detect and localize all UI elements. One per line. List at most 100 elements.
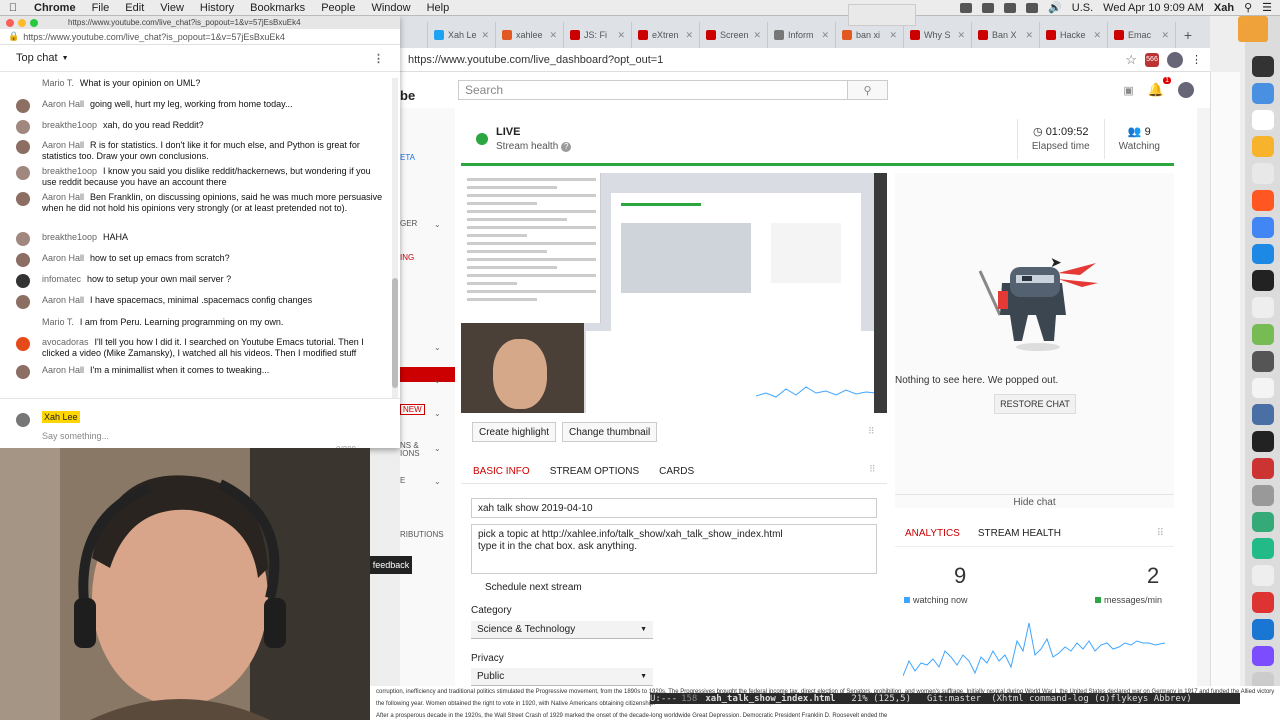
- dock-app-icon[interactable]: [1251, 484, 1274, 506]
- close-tab-icon[interactable]: ✕: [1093, 30, 1101, 41]
- change-thumbnail-button[interactable]: Change thumbnail: [562, 422, 658, 442]
- bookmark-star-icon[interactable]: ☆: [1125, 52, 1137, 68]
- hide-chat-button[interactable]: Hide chat: [895, 494, 1174, 508]
- menu-help[interactable]: Help: [419, 2, 458, 14]
- checkbox-box[interactable]: [471, 584, 479, 592]
- menu-bookmarks[interactable]: Bookmarks: [242, 2, 313, 14]
- category-select[interactable]: Science & Technology ▼: [471, 621, 653, 639]
- new-tab-button[interactable]: +: [1176, 22, 1200, 48]
- browser-tab[interactable]: Xah Le ✕: [428, 22, 496, 48]
- url-text[interactable]: https://www.youtube.com/live_dashboard?o…: [408, 54, 1117, 66]
- browser-tab[interactable]: xahlee ✕: [496, 22, 564, 48]
- close-icon[interactable]: [6, 18, 14, 27]
- top-chat-dropdown[interactable]: Top chat: [16, 52, 58, 64]
- chat-message[interactable]: Mario T. I am from Peru. Learning program…: [16, 317, 386, 331]
- dock-app-icon[interactable]: [1251, 431, 1274, 452]
- dock-app-icon[interactable]: [1251, 538, 1274, 560]
- dock-app-icon[interactable]: [1251, 323, 1274, 345]
- tab-cards[interactable]: CARDS: [659, 466, 694, 477]
- chat-message[interactable]: Aaron Hall how to set up emacs from scrat…: [16, 253, 386, 267]
- chevron-down-icon[interactable]: ⌄: [434, 409, 441, 418]
- chevron-down-icon[interactable]: ⌄: [434, 376, 441, 385]
- dock-app-icon[interactable]: [1251, 591, 1274, 613]
- address-bar[interactable]: https://www.youtube.com/live_dashboard?o…: [400, 48, 1210, 72]
- screen-recorder-widget[interactable]: [848, 4, 916, 26]
- drag-handle-icon[interactable]: ⠿: [869, 464, 876, 475]
- close-tab-icon[interactable]: ✕: [481, 30, 489, 41]
- tab-stream-options[interactable]: STREAM OPTIONS: [550, 466, 639, 477]
- page-scrollbar[interactable]: [1197, 108, 1210, 686]
- tab-basic-info[interactable]: BASIC INFO: [473, 466, 530, 477]
- notifications-bell-icon[interactable]: 🔔 1: [1148, 77, 1171, 98]
- dock-app-icon[interactable]: [1251, 511, 1274, 533]
- chat-message[interactable]: breakthe1oop xah, do you read Reddit?: [16, 120, 386, 134]
- apple-icon[interactable]: : [0, 2, 26, 14]
- chevron-down-icon[interactable]: ⌄: [434, 477, 441, 486]
- sidebar-item[interactable]: ING: [400, 253, 414, 262]
- tab-analytics[interactable]: ANALYTICS: [905, 528, 960, 539]
- browser-tab[interactable]: Ban X ✕: [972, 22, 1040, 48]
- dock-app-icon[interactable]: [1251, 457, 1274, 479]
- help-icon[interactable]: ?: [561, 141, 572, 152]
- chevron-down-icon[interactable]: ⌄: [434, 343, 441, 352]
- chat-message[interactable]: Aaron Hall I'm a minimallist when it come…: [16, 365, 386, 379]
- privacy-select[interactable]: Public ▼: [471, 668, 653, 686]
- drag-handle-icon[interactable]: ⠿: [1157, 528, 1164, 539]
- dock-app-icon[interactable]: [1251, 350, 1274, 372]
- dock-app-icon[interactable]: [1251, 189, 1274, 211]
- sidebar-item[interactable]: GER: [400, 219, 417, 228]
- dock-app-icon[interactable]: [1251, 56, 1274, 77]
- dock-app-icon[interactable]: [1251, 618, 1274, 640]
- close-tab-icon[interactable]: ✕: [549, 30, 557, 41]
- dock-app-icon[interactable]: [1251, 377, 1274, 399]
- close-tab-icon[interactable]: ✕: [957, 30, 965, 41]
- tray-icon[interactable]: [1026, 2, 1039, 13]
- browser-tab[interactable]: JS: Fi ✕: [564, 22, 632, 48]
- tray-icon[interactable]: [982, 2, 995, 13]
- search-button[interactable]: ⚲: [848, 80, 888, 100]
- stream-preview[interactable]: [461, 173, 887, 413]
- close-tab-icon[interactable]: ✕: [685, 30, 693, 41]
- chevron-down-icon[interactable]: ⌄: [434, 220, 441, 229]
- tab-hidden[interactable]: [400, 22, 428, 48]
- profile-avatar[interactable]: [1167, 51, 1183, 68]
- chat-message[interactable]: breakthe1oop HAHA: [16, 232, 386, 246]
- menu-view[interactable]: View: [152, 2, 192, 14]
- dropdown-caret-icon[interactable]: ▼: [62, 55, 69, 62]
- browser-tab[interactable]: Emac ✕: [1108, 22, 1176, 48]
- feedback-button[interactable]: feedback: [370, 556, 412, 574]
- close-tab-icon[interactable]: ✕: [617, 30, 625, 41]
- menu-clock[interactable]: Wed Apr 10 9:09 AM: [1103, 2, 1204, 14]
- close-tab-icon[interactable]: ✕: [1025, 30, 1033, 41]
- dock-app-icon[interactable]: [1251, 109, 1274, 131]
- menu-history[interactable]: History: [192, 2, 242, 14]
- kebab-menu-icon[interactable]: ⋮: [373, 52, 384, 65]
- folder-icon[interactable]: [1238, 16, 1268, 42]
- popup-url[interactable]: https://www.youtube.com/live_chat?is_pop…: [23, 32, 285, 42]
- chat-message[interactable]: Mario T. What is your opinion on UML?: [16, 78, 386, 92]
- dock-app-icon[interactable]: [1251, 82, 1274, 104]
- chat-scrollbar[interactable]: [392, 78, 398, 398]
- title-field[interactable]: xah talk show 2019-04-10: [471, 498, 877, 518]
- drag-handle-icon[interactable]: ⠿: [868, 426, 875, 437]
- dock-app-icon[interactable]: [1251, 270, 1274, 292]
- dock-app-icon[interactable]: [1251, 565, 1274, 586]
- chat-message[interactable]: Aaron Hall I have spacemacs, minimal .spa…: [16, 295, 386, 309]
- upload-icon[interactable]: ▣: [1123, 84, 1133, 97]
- chevron-down-icon[interactable]: ⌄: [434, 444, 441, 453]
- dock-app-icon[interactable]: [1251, 163, 1274, 184]
- minimize-icon[interactable]: [18, 18, 26, 27]
- zoom-icon[interactable]: [30, 18, 38, 27]
- input-locale[interactable]: U.S.: [1072, 2, 1093, 14]
- kebab-menu-icon[interactable]: ⋮: [1191, 53, 1202, 66]
- volume-icon[interactable]: 🔊: [1048, 1, 1062, 14]
- sidebar-item[interactable]: RIBUTIONS: [400, 530, 444, 539]
- search-input[interactable]: Search: [458, 80, 848, 100]
- tray-icon[interactable]: [960, 2, 973, 13]
- sidebar-item[interactable]: IONS: [400, 449, 420, 458]
- popup-url-bar[interactable]: 🔒 https://www.youtube.com/live_chat?is_po…: [0, 29, 400, 45]
- browser-tab[interactable]: Hacke ✕: [1040, 22, 1108, 48]
- tray-icon[interactable]: [1004, 2, 1017, 13]
- menu-people[interactable]: People: [313, 2, 363, 14]
- chat-message[interactable]: Aaron Hall Ben Franklin, on discussing op…: [16, 192, 386, 214]
